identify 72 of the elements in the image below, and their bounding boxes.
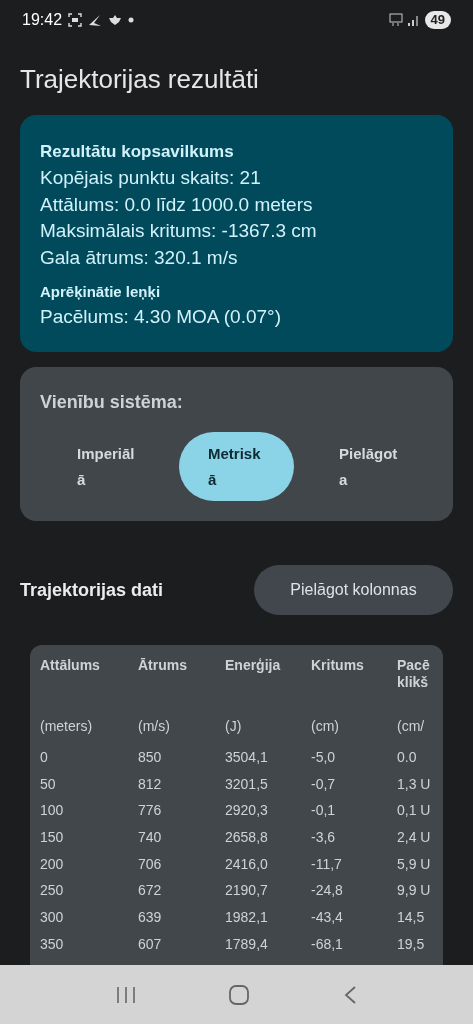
table-cell-text: 776 bbox=[138, 801, 163, 821]
table-cell-text: 200 bbox=[40, 854, 65, 874]
table-cell-text: -11,7 bbox=[311, 854, 343, 874]
battery-level: 49 bbox=[424, 11, 451, 29]
table-cell-text: -43,4 bbox=[311, 908, 344, 928]
table-cell-text: 1,3 U bbox=[397, 774, 432, 794]
column-header: Ātrums bbox=[138, 657, 188, 675]
table-cell-text: 3504,1 bbox=[225, 748, 269, 767]
unit-option[interactable]: Metrisk ā bbox=[179, 432, 294, 501]
page-title: Trajektorijas rezultāti bbox=[19, 63, 260, 96]
clock: 19:42 bbox=[22, 10, 63, 30]
table-cell-text: 50 bbox=[40, 774, 57, 794]
table-cell-text: -0,7 bbox=[311, 774, 337, 794]
home-icon[interactable] bbox=[228, 983, 251, 1006]
column-header: Pacē klikš bbox=[397, 657, 431, 692]
summary-line: Maksimālais kritums: -1367.3 cm bbox=[40, 219, 318, 243]
column-unit: (meters) bbox=[40, 717, 94, 736]
back-icon[interactable] bbox=[342, 984, 357, 1005]
table-cell-text: 2,4 U bbox=[397, 828, 432, 848]
table-cell-text: 350 bbox=[40, 934, 65, 954]
table-cell-text: 300 bbox=[40, 908, 65, 928]
column-header: Enerģija bbox=[225, 657, 282, 675]
table-cell-text: -0,1 bbox=[311, 801, 337, 821]
summary-line: Gala ātrums: 320.1 m/s bbox=[40, 245, 239, 270]
table-cell-text: -3,6 bbox=[311, 828, 337, 848]
table-cell-text: 812 bbox=[138, 774, 163, 794]
table-cell-text: 19,5 bbox=[397, 934, 426, 954]
table-cell-text: 9,9 U bbox=[397, 881, 432, 901]
table-cell-text: 607 bbox=[138, 934, 163, 954]
section-heading: Trajektorijas dati bbox=[20, 578, 164, 602]
recent-apps-icon[interactable] bbox=[116, 985, 137, 1004]
table-cell-text: 672 bbox=[138, 881, 163, 901]
table-cell-text: 706 bbox=[138, 854, 163, 874]
unit-option[interactable]: Pielāgot a bbox=[310, 432, 425, 501]
summary-line: Kopējais punktu skaits: 21 bbox=[40, 166, 262, 190]
table-cell-text: 0 bbox=[40, 748, 49, 767]
dot-icon bbox=[128, 17, 135, 23]
table-cell-text: 740 bbox=[138, 828, 163, 848]
unit-option[interactable]: Imperiāl ā bbox=[48, 432, 163, 501]
column-unit: (cm) bbox=[311, 717, 340, 736]
angles-heading: Aprēķinātie leņķi bbox=[40, 282, 162, 302]
table-cell-text: 1982,1 bbox=[225, 908, 269, 928]
table-cell-text: 639 bbox=[138, 908, 163, 928]
units-label: Vienību sistēma: bbox=[40, 391, 184, 414]
table-cell-text: 2920,3 bbox=[225, 801, 269, 821]
table-cell-text: 2190,7 bbox=[225, 881, 269, 901]
customize-columns-button[interactable]: Pielāgot kolonnas bbox=[254, 565, 453, 615]
summary-heading: Rezultātu kopsavilkums bbox=[40, 141, 235, 163]
table-cell-text: 1789,4 bbox=[225, 934, 269, 954]
table-cell-text: 150 bbox=[40, 828, 65, 848]
table-cell-text: 2416,0 bbox=[225, 854, 269, 874]
table-cell-text: -5,0 bbox=[311, 748, 337, 767]
column-header: Attālums bbox=[40, 657, 101, 675]
table-cell-text: 250 bbox=[40, 881, 65, 901]
column-header: Kritums bbox=[311, 657, 365, 675]
signal-icon bbox=[407, 14, 420, 26]
table-cell-text: 2658,8 bbox=[225, 828, 269, 848]
column-unit: (m/s) bbox=[138, 717, 171, 736]
table-cell-text: -24,8 bbox=[311, 881, 344, 901]
table-cell-text: 0,1 U bbox=[397, 801, 432, 821]
column-unit: (J) bbox=[225, 717, 243, 736]
table-cell-text: 5,9 U bbox=[397, 854, 432, 874]
table-cell-text: 0.0 bbox=[397, 748, 418, 767]
angle-line: Pacēlums: 4.30 MOA (0.07°) bbox=[40, 305, 282, 329]
table-cell-text: 3201,5 bbox=[225, 774, 269, 794]
column-unit: (cm/ bbox=[397, 717, 426, 736]
table-cell-text: -68,1 bbox=[311, 934, 344, 954]
table-cell-text: 100 bbox=[40, 801, 65, 821]
table-cell-text: 14,5 bbox=[397, 908, 426, 928]
table-cell-text: 850 bbox=[138, 748, 163, 767]
summary-line: Attālums: 0.0 līdz 1000.0 meters bbox=[40, 192, 314, 217]
screenshot-icon bbox=[68, 13, 83, 27]
